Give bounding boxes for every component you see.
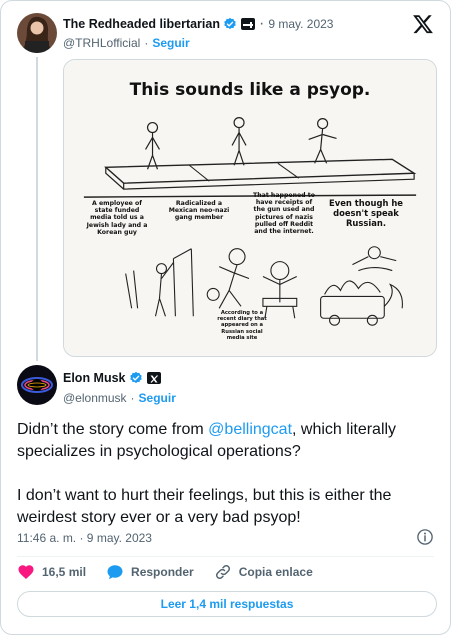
tweet-paragraph-2: I don’t want to hurt their feelings, but… xyxy=(17,487,392,526)
quoted-handle-row: @TRHLofficial · Seguir xyxy=(63,36,190,50)
mention-link[interactable]: @bellingcat xyxy=(208,421,292,438)
avatar-elon-musk[interactable] xyxy=(17,365,57,405)
separator-dot: · xyxy=(130,391,135,405)
copy-link-label: Copia enlace xyxy=(238,565,313,579)
author-handle-row: @elonmusk · Seguir xyxy=(63,391,176,405)
follow-button-author[interactable]: Seguir xyxy=(139,391,176,405)
separator-dot: · xyxy=(144,36,149,50)
like-count: 16,5 mil xyxy=(42,565,87,579)
comic-caption-3: That happened to have receipts of the gu… xyxy=(253,192,315,236)
quoted-handle[interactable]: @TRHLofficial xyxy=(63,36,140,50)
quoted-name-row: The Redheaded libertarian · 9 may. 2023 xyxy=(63,15,333,33)
author-display-name[interactable]: Elon Musk xyxy=(63,371,126,385)
thread-connector-line xyxy=(36,57,38,361)
divider xyxy=(17,556,434,557)
tweet-timestamp[interactable]: 11:46 a. m. · 9 may. 2023 xyxy=(17,531,152,545)
affiliate-badge-icon xyxy=(240,18,255,30)
x-affiliate-badge-icon xyxy=(146,372,161,384)
reply-label: Responder xyxy=(131,565,194,579)
tweet-paragraph-1: Didn’t the story come from @bellingcat, … xyxy=(17,419,437,463)
info-icon[interactable] xyxy=(416,528,434,546)
comic-title: This sounds like a psyop. xyxy=(129,80,371,100)
tweet-embed-card: The Redheaded libertarian · 9 may. 2023 … xyxy=(0,0,451,635)
follow-button-quoted[interactable]: Seguir xyxy=(152,36,189,50)
verified-badge-icon xyxy=(129,371,142,384)
like-button[interactable]: 16,5 mil xyxy=(17,563,86,581)
verified-badge-icon xyxy=(224,17,236,30)
comic-caption-2: Radicalized a Mexican neo-nazi gang memb… xyxy=(168,200,230,222)
heart-icon xyxy=(18,565,34,579)
comic-caption-4: Even though he doesn't speak Russian. xyxy=(329,198,403,228)
comic-image[interactable]: This sounds like a psyop. A employee of … xyxy=(63,59,437,357)
author-handle[interactable]: @elonmusk xyxy=(63,391,127,405)
author-name-row: Elon Musk xyxy=(63,371,161,385)
read-replies-button[interactable]: Leer 1,4 mil respuestas xyxy=(17,591,437,617)
quoted-display-name[interactable]: The Redheaded libertarian xyxy=(63,17,220,31)
link-icon xyxy=(215,564,230,580)
reply-button[interactable]: Responder xyxy=(106,563,194,581)
tweet-text-part: Didn’t the story come from xyxy=(17,421,209,438)
x-logo-icon[interactable] xyxy=(412,13,434,35)
quoted-date[interactable]: 9 may. 2023 xyxy=(268,17,333,31)
avatar-redheaded-libertarian[interactable] xyxy=(17,13,57,53)
action-bar: 16,5 mil Responder Copia enlace xyxy=(17,563,333,581)
comic-caption-5: According to a recent diary that appeare… xyxy=(217,310,267,341)
copy-link-button[interactable]: Copia enlace xyxy=(214,563,313,581)
separator-dot: · xyxy=(258,15,265,32)
reply-icon xyxy=(107,565,123,580)
comic-caption-1: A employee of state funded media told us… xyxy=(86,200,148,236)
